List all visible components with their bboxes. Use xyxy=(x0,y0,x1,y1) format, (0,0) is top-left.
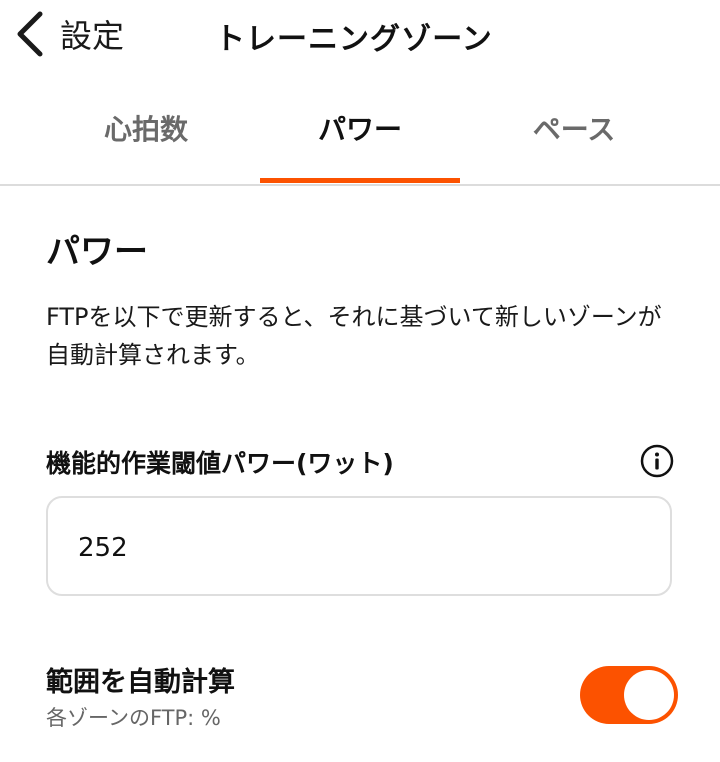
training-zones-screen: 設定 トレーニングゾーン 心拍数 パワー ペース パワー FTPを以下で更新する… xyxy=(0,0,720,762)
page-title: トレーニングゾーン xyxy=(215,22,493,57)
ftp-field-label: 機能的作業閾値パワー(ワット) xyxy=(46,449,394,478)
toggle-knob xyxy=(624,670,674,720)
ftp-input-container[interactable] xyxy=(46,496,672,596)
section-title: パワー xyxy=(46,232,148,272)
tab-power-label: パワー xyxy=(317,113,402,146)
tab-power[interactable]: パワー xyxy=(260,96,460,184)
tabs-divider xyxy=(0,184,720,186)
tab-bar: 心拍数 パワー ペース xyxy=(0,96,720,186)
tab-pace[interactable]: ペース xyxy=(474,96,674,184)
info-circle-icon[interactable] xyxy=(640,444,674,478)
back-button[interactable]: 設定 xyxy=(14,10,124,58)
header: 設定 トレーニングゾーン xyxy=(0,0,720,72)
active-tab-indicator xyxy=(260,178,460,183)
tab-heart-rate-label: 心拍数 xyxy=(103,113,188,146)
auto-calc-toggle[interactable] xyxy=(580,666,678,724)
auto-calc-subtitle: 各ゾーンのFTP: % xyxy=(46,706,221,730)
section-description: FTPを以下で更新すると、それに基づいて新しいゾーンが自動計算されます。 xyxy=(46,303,662,369)
chevron-left-icon xyxy=(17,11,43,57)
back-label: 設定 xyxy=(60,17,125,55)
ftp-input[interactable] xyxy=(78,528,638,568)
tab-pace-label: ペース xyxy=(532,113,616,146)
auto-calc-title: 範囲を自動計算 xyxy=(46,667,235,698)
tab-heart-rate[interactable]: 心拍数 xyxy=(46,96,246,184)
